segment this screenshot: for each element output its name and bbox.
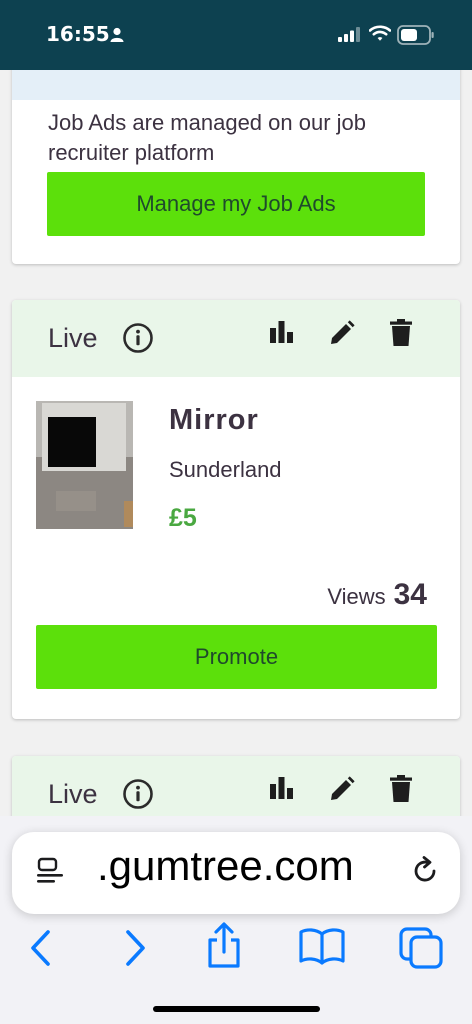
address-bar[interactable]: .gumtree.com [12,832,460,914]
listing-price: £5 [169,504,197,532]
job-ads-card-header [12,70,460,100]
tabs-icon[interactable] [398,926,446,975]
page-content: Job Ads are managed on our job recruiter… [0,70,472,830]
edit-icon[interactable] [329,320,355,351]
listing-card-header: Live [12,300,460,377]
info-icon[interactable] [122,322,154,359]
listing-thumbnail[interactable] [36,401,133,529]
wifi-icon [368,25,392,47]
listing-location: Sunderland [169,457,282,482]
promote-button[interactable]: Promote [36,625,437,689]
views-count: 34 [393,578,427,611]
browser-toolbar: .gumtree.com [0,816,472,1024]
edit-icon[interactable] [329,776,355,807]
signal-icon [338,27,362,47]
status-time: 16:55 [46,22,110,46]
job-ads-card: Job Ads are managed on our job recruiter… [12,70,460,264]
home-indicator [153,1006,320,1012]
status-bar: 16:55 [0,0,472,70]
manage-job-ads-button[interactable]: Manage my Job Ads [47,172,425,236]
share-icon[interactable] [204,922,244,975]
info-icon[interactable] [122,778,154,815]
status-label: Live [48,323,98,353]
status-label: Live [48,779,98,809]
views-counter: Views 34 [327,578,427,612]
views-label: Views [327,584,386,609]
url-text[interactable]: .gumtree.com [97,842,407,890]
bookmarks-icon[interactable] [298,926,346,971]
job-ads-text: Job Ads are managed on our job recruiter… [48,110,367,165]
listing-title[interactable]: Mirror [169,404,259,437]
reader-icon[interactable] [36,857,64,890]
listing-card: Live Mirror Sunderland £5 Views 34 Promo… [12,300,460,719]
battery-icon [397,25,435,50]
forward-icon[interactable] [122,926,148,975]
person-icon [110,27,124,48]
back-icon[interactable] [28,926,54,975]
stats-icon[interactable] [269,776,295,805]
delete-icon[interactable] [390,775,412,808]
reload-icon[interactable] [410,856,440,891]
stats-icon[interactable] [269,320,295,349]
delete-icon[interactable] [390,319,412,352]
